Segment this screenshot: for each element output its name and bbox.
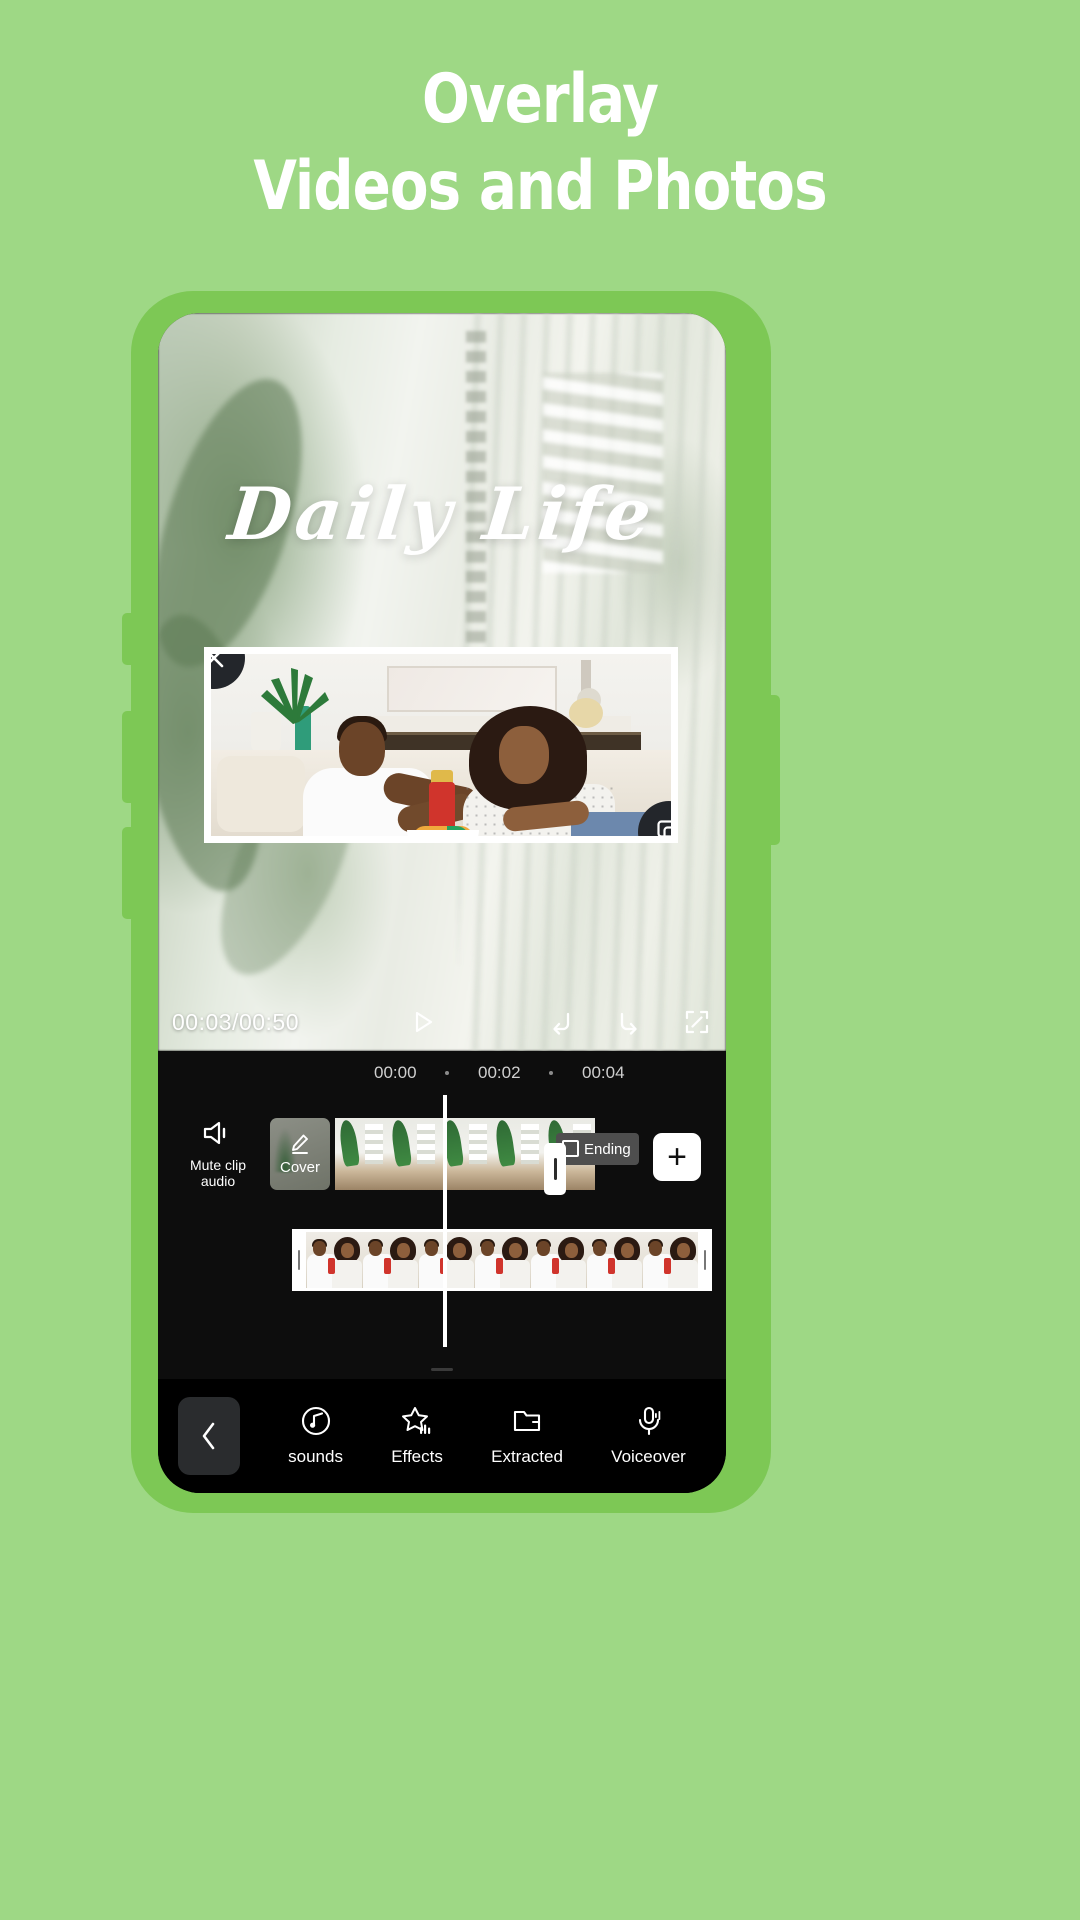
toolbar-label-sounds: sounds bbox=[288, 1447, 343, 1466]
player-control-bar: 00:03/00:50 bbox=[158, 993, 726, 1051]
video-preview-area[interactable]: Daily Life 00:03/00:50 bbox=[158, 313, 726, 1051]
overlay-frame bbox=[586, 1232, 642, 1288]
phone-mockup: Daily Life 00:03/00:50 00:00 00:02 00:04… bbox=[122, 291, 780, 1513]
overlay-trim-handle-right[interactable] bbox=[698, 1229, 712, 1291]
phone-power-button bbox=[770, 695, 780, 845]
toolbar-label-effects: Effects bbox=[391, 1447, 443, 1466]
pencil-edit-icon bbox=[292, 1134, 308, 1154]
fullscreen-icon bbox=[685, 1010, 709, 1034]
clip-frame bbox=[335, 1118, 387, 1190]
mute-clip-audio-label-line1: Mute clip bbox=[189, 1156, 247, 1173]
fullscreen-button[interactable] bbox=[682, 1007, 712, 1037]
undo-icon bbox=[553, 1012, 570, 1035]
overlay-trim-handle-left[interactable] bbox=[292, 1229, 306, 1291]
overlay-frame bbox=[642, 1232, 698, 1288]
ruler-tick-label: 00:02 bbox=[478, 1063, 521, 1082]
headline-line-1: Overlay bbox=[421, 60, 659, 139]
overlay-frame bbox=[362, 1232, 418, 1288]
overlay-bowl bbox=[407, 830, 479, 836]
overlay-clip-thumbnails bbox=[306, 1232, 698, 1288]
back-button[interactable] bbox=[178, 1397, 240, 1475]
mute-clip-audio-button[interactable]: Mute clip audio bbox=[172, 1119, 264, 1189]
redo-icon bbox=[620, 1012, 637, 1035]
play-button[interactable] bbox=[408, 1007, 438, 1037]
ruler-tick-label: 00:04 bbox=[582, 1063, 625, 1082]
toolbar-item-sounds[interactable]: sounds bbox=[288, 1405, 343, 1467]
music-note-icon bbox=[301, 1406, 330, 1436]
timeline-playhead[interactable] bbox=[443, 1095, 447, 1347]
overlay-cushion bbox=[217, 756, 305, 832]
ruler-tick-label: 00:00 bbox=[374, 1063, 417, 1082]
bottom-toolbar: sounds Effects Extracted Voiceover bbox=[158, 1379, 726, 1493]
overlay-person-man-head bbox=[339, 722, 385, 776]
headline-line-2: Videos and Photos bbox=[253, 147, 827, 227]
cover-button[interactable]: Cover bbox=[270, 1118, 330, 1190]
toolbar-item-effects[interactable]: Effects bbox=[391, 1405, 443, 1467]
overlay-photo-content bbox=[211, 654, 671, 836]
clip-frame bbox=[387, 1118, 439, 1190]
overlay-clip-track[interactable] bbox=[292, 1229, 712, 1291]
overlay-photo-layer[interactable] bbox=[204, 647, 678, 843]
chevron-left-icon bbox=[202, 1422, 215, 1450]
mute-clip-audio-label-line2: audio bbox=[200, 1173, 236, 1189]
phone-volume-up-button bbox=[122, 711, 132, 803]
ending-label: Ending bbox=[584, 1140, 631, 1158]
ruler-tick-dot bbox=[549, 1071, 553, 1075]
redo-button[interactable] bbox=[614, 1007, 644, 1037]
timeline-ruler[interactable]: 00:00 00:02 00:04 bbox=[158, 1051, 726, 1095]
undo-button[interactable] bbox=[546, 1007, 576, 1037]
toolbar-items: sounds Effects Extracted Voiceover bbox=[240, 1405, 726, 1467]
ending-badge[interactable]: Ending bbox=[556, 1133, 639, 1165]
add-clip-label: + bbox=[667, 1138, 687, 1176]
overlay-person-woman-face bbox=[499, 726, 549, 784]
speaker-mute-icon bbox=[203, 1121, 226, 1145]
folder-icon bbox=[513, 1410, 541, 1432]
phone-mute-switch bbox=[122, 613, 132, 665]
clip-frame bbox=[491, 1118, 543, 1190]
overlay-plant bbox=[261, 668, 329, 724]
ruler-tick-dot bbox=[445, 1071, 449, 1075]
star-effects-icon bbox=[402, 1407, 431, 1434]
phone-volume-down-button bbox=[122, 827, 132, 919]
toolbar-item-voiceover[interactable]: Voiceover bbox=[611, 1405, 686, 1467]
add-clip-button[interactable]: + bbox=[653, 1133, 701, 1181]
page-headline: Overlay Videos and Photos bbox=[43, 56, 1037, 230]
overlay-frame bbox=[474, 1232, 530, 1288]
title-text-overlay[interactable]: Daily Life bbox=[158, 471, 726, 556]
clip-trim-handle-right[interactable] bbox=[544, 1143, 566, 1195]
player-right-icons bbox=[546, 1007, 712, 1037]
close-icon bbox=[211, 654, 224, 668]
overlay-frame bbox=[530, 1232, 586, 1288]
phone-screen: Daily Life 00:03/00:50 00:00 00:02 00:04… bbox=[158, 313, 726, 1493]
main-video-track[interactable]: Mute clip audio Cover bbox=[158, 1113, 726, 1195]
toolbar-label-extracted: Extracted bbox=[491, 1447, 563, 1466]
toolbar-label-voiceover: Voiceover bbox=[611, 1447, 686, 1466]
playback-time-display: 00:03/00:50 bbox=[172, 1008, 300, 1035]
microphone-icon bbox=[638, 1406, 660, 1436]
overlay-frame bbox=[306, 1232, 362, 1288]
resize-overlay-icon bbox=[657, 820, 671, 836]
toolbar-item-extracted[interactable]: Extracted bbox=[491, 1405, 563, 1467]
play-icon bbox=[415, 1011, 432, 1033]
home-indicator bbox=[431, 1368, 453, 1371]
cover-label: Cover bbox=[279, 1159, 320, 1176]
timeline-panel[interactable]: 00:00 00:02 00:04 Mute clip audio Cover … bbox=[158, 1051, 726, 1421]
